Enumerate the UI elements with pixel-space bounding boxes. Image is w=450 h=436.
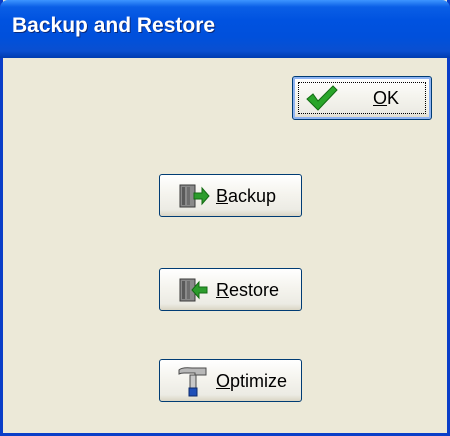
window-title: Backup and Restore bbox=[12, 14, 216, 37]
optimize-button[interactable]: Optimize bbox=[159, 359, 302, 402]
restore-label: Restore bbox=[216, 280, 280, 300]
backup-label: Backup bbox=[216, 186, 277, 206]
optimize-label: Optimize bbox=[216, 371, 288, 391]
restore-button[interactable]: Restore bbox=[159, 268, 302, 311]
checkmark-icon bbox=[306, 85, 338, 111]
backup-restore-dialog: Backup and Restore OK Backup Restore Opt… bbox=[0, 0, 450, 436]
backup-icon bbox=[179, 184, 210, 208]
ok-label: OK bbox=[373, 88, 400, 108]
restore-icon bbox=[179, 278, 208, 302]
ok-button[interactable]: OK bbox=[292, 76, 432, 120]
title-bar[interactable]: Backup and Restore bbox=[0, 0, 450, 58]
backup-button[interactable]: Backup bbox=[159, 174, 302, 217]
hammer-icon bbox=[178, 367, 207, 397]
